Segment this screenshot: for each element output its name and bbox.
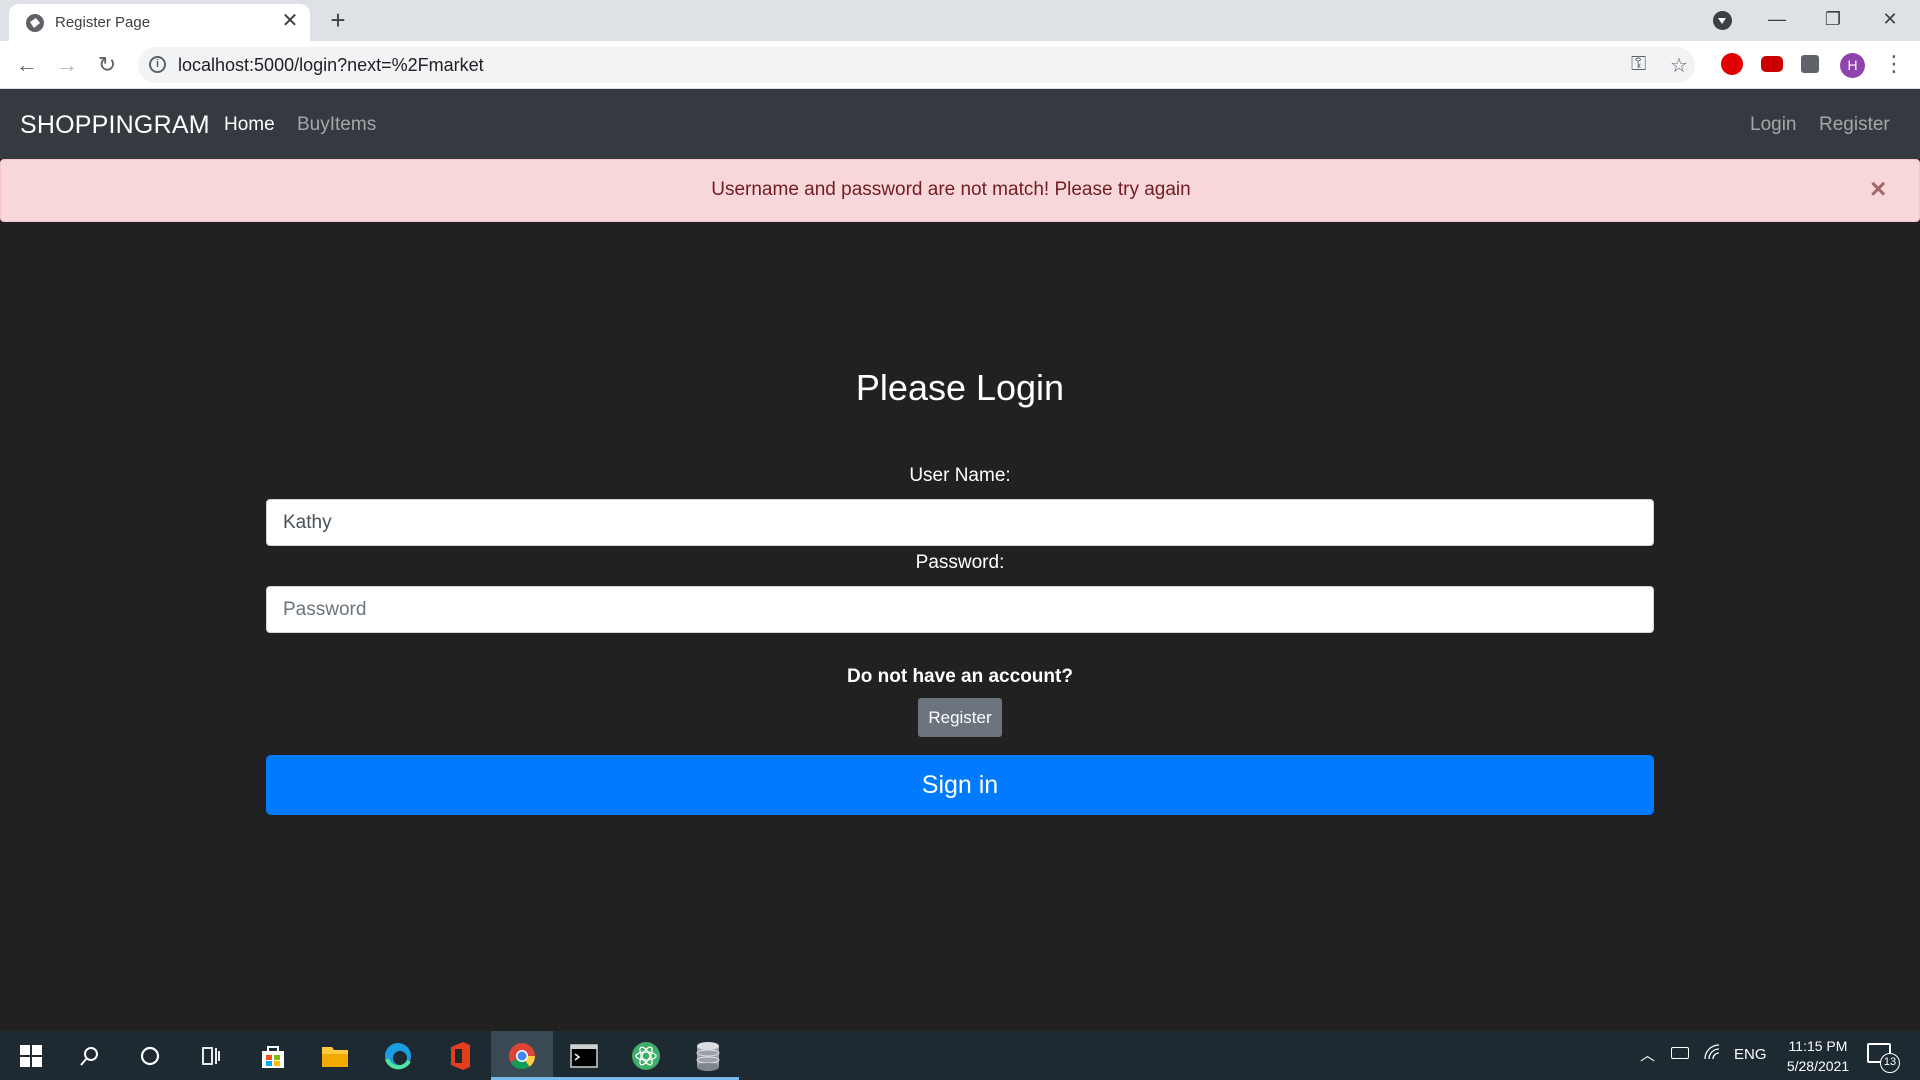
browser-tab[interactable]: Register Page ✕ [9,4,310,41]
adblock-extension-icon[interactable] [1721,53,1743,75]
password-input[interactable] [266,586,1654,633]
site-navbar: SHOPPINGRAM Home BuyItems Login Register [0,89,1920,159]
windows-taskbar: ︿ ENG 11:15 PM 5/28/2021 13 [0,1031,1920,1080]
url-text[interactable]: localhost:5000/login?next=%2Fmarket [178,55,484,76]
minimize-button[interactable]: — [1762,4,1792,34]
brand-logo[interactable]: SHOPPINGRAM [20,111,210,140]
nav-buyitems-link[interactable]: BuyItems [297,114,376,136]
tray-chevron-icon[interactable]: ︿ [1640,1044,1655,1065]
address-bar[interactable]: i localhost:5000/login?next=%2Fmarket ⚿ … [138,47,1695,83]
browser-tabstrip: Register Page ✕ + — ❐ ✕ [0,0,1920,41]
edge-icon[interactable] [367,1031,429,1080]
alert-close-button[interactable]: × [1870,174,1886,204]
store-icon[interactable] [242,1031,304,1080]
new-tab-button[interactable]: + [324,6,352,34]
reload-icon[interactable]: ↻ [91,49,123,81]
alert-message: Username and password are not match! Ple… [711,179,1191,200]
close-window-button[interactable]: ✕ [1875,4,1905,34]
language-indicator[interactable]: ENG [1734,1046,1767,1063]
clock-time: 11:15 PM [1788,1038,1848,1054]
no-account-question: Do not have an account? [847,666,1073,687]
username-label: User Name: [909,465,1011,486]
tab-search-icon[interactable] [1713,11,1732,30]
start-button[interactable] [0,1031,62,1080]
wifi-icon[interactable] [1703,1043,1721,1065]
back-icon[interactable]: ← [11,49,43,81]
office-icon[interactable] [429,1031,491,1080]
tab-close-icon[interactable]: ✕ [279,10,301,32]
restore-button[interactable]: ❐ [1818,4,1848,34]
search-icon[interactable] [59,1031,121,1080]
nav-login-link[interactable]: Login [1750,114,1797,136]
key-icon[interactable]: ⚿ [1631,53,1646,76]
cortana-icon[interactable] [119,1031,181,1080]
nav-home-link[interactable]: Home [224,114,275,136]
clock-date: 5/28/2021 [1786,1058,1850,1074]
windows-logo-icon [20,1044,42,1067]
browser-toolbar: ← → ↻ i localhost:5000/login?next=%2Fmar… [0,41,1920,89]
password-label: Password: [915,552,1005,573]
notification-count-badge: 13 [1880,1053,1900,1073]
globe-icon [26,14,44,32]
page-title: Please Login [855,367,1065,408]
username-input[interactable] [266,499,1654,546]
profile-avatar[interactable]: H [1840,53,1865,78]
atom-icon[interactable] [615,1031,677,1080]
clock[interactable]: 11:15 PM 5/28/2021 [1768,1036,1868,1076]
more-menu-icon[interactable]: ⋮ [1883,51,1905,77]
info-icon[interactable]: i [149,56,166,73]
tab-title: Register Page [55,14,151,31]
task-view-icon[interactable] [180,1031,242,1080]
file-explorer-icon[interactable] [304,1031,366,1080]
star-icon[interactable]: ☆ [1670,53,1688,78]
battery-icon[interactable] [1671,1047,1689,1059]
nav-register-link[interactable]: Register [1819,114,1890,136]
database-icon[interactable] [677,1031,739,1080]
forward-icon[interactable]: → [51,49,83,81]
terminal-icon[interactable] [553,1031,615,1080]
chrome-icon[interactable] [491,1031,553,1080]
puzzle-icon[interactable] [1801,55,1819,73]
sign-in-button[interactable]: Sign in [266,755,1654,815]
register-button[interactable]: Register [918,698,1002,737]
error-alert: Username and password are not match! Ple… [0,159,1920,222]
youtube-extension-icon[interactable] [1761,56,1783,72]
